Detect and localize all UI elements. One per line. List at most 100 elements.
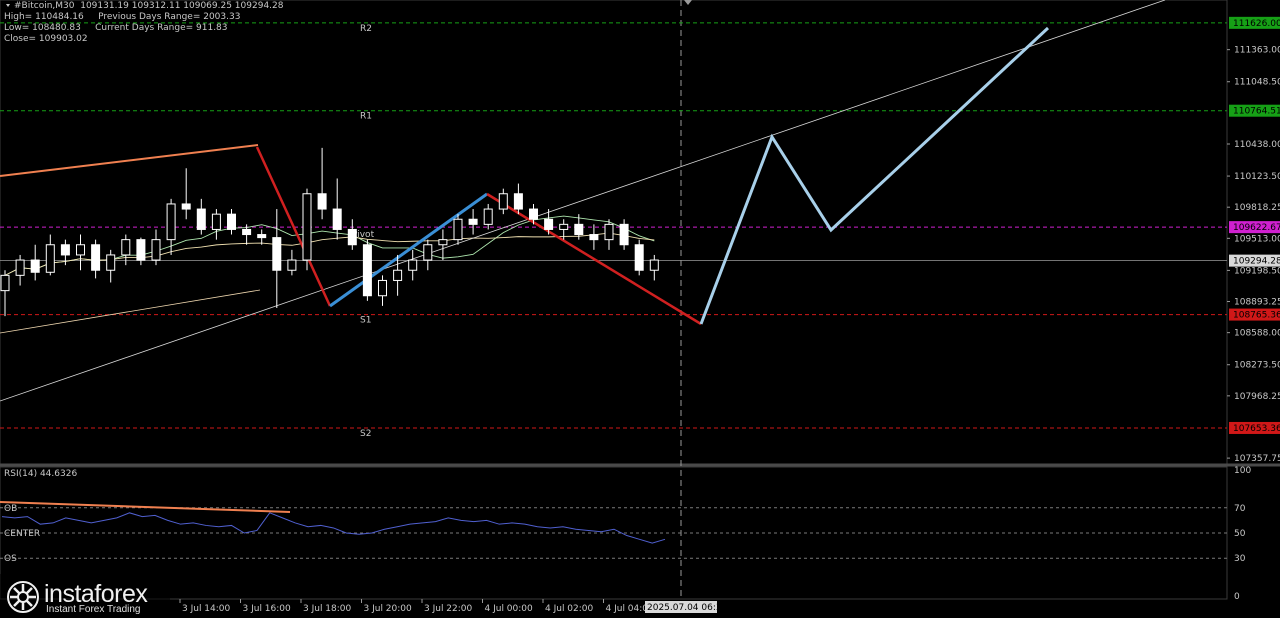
y-tick-label: 107968.25	[1234, 392, 1280, 402]
ohlc-values: 109131.19 109312.11 109069.25 109294.28	[80, 1, 284, 11]
candle-body	[423, 244, 433, 261]
level-price-text-pivot: 109622.67	[1233, 223, 1280, 233]
candle-body	[498, 193, 508, 210]
red-trendline-2	[486, 192, 702, 326]
candle-body	[0, 274, 10, 292]
level-price-text-s1: 108765.36	[1233, 311, 1280, 321]
level-label-s2: S2	[360, 429, 371, 439]
candle-body	[513, 193, 523, 210]
y-tick-label: 107357.75	[1234, 454, 1280, 464]
rsi-y-tick-label: 100	[1234, 466, 1251, 476]
candle-body	[15, 259, 25, 276]
x-tick-label: 3 Jul 14:00	[182, 604, 231, 614]
lower-ma-line	[0, 289, 261, 334]
close-value: Close= 109903.02	[4, 34, 88, 44]
candle-body	[544, 218, 554, 230]
y-tick-label: 108893.25	[1234, 298, 1280, 308]
candle-body	[166, 203, 176, 241]
level-label-s1: S1	[360, 316, 371, 326]
candle-body	[272, 237, 282, 271]
level-label-r1: R1	[360, 112, 372, 122]
y-tick-label: 109513.00	[1234, 234, 1280, 244]
x-tick-label: 3 Jul 18:00	[303, 604, 352, 614]
candle-body	[136, 239, 146, 261]
rsi-level-label-ob: OB	[4, 504, 17, 514]
candle-body	[227, 213, 236, 230]
candle-body	[408, 259, 418, 271]
candle-body	[242, 228, 252, 236]
candle-body	[211, 213, 221, 230]
rsi-y-tick-label: 0	[1234, 592, 1240, 602]
candle-body	[619, 223, 629, 246]
candle-body	[76, 244, 85, 256]
candle-body	[257, 234, 267, 239]
y-tick-label: 109818.25	[1234, 203, 1280, 213]
symbol-label: #Bitcoin,M30	[14, 1, 75, 11]
high-value: High= 110484.16	[4, 12, 84, 22]
instaforex-logo-icon	[7, 581, 39, 613]
channel-line	[0, 0, 1166, 402]
rsi-level-label-center: CENTER	[4, 529, 40, 539]
projection-line	[699, 26, 1050, 325]
candle-body	[106, 254, 116, 271]
candle-body	[91, 244, 101, 271]
level-price-text-r2: 111626.00	[1233, 19, 1280, 29]
current-range-value: Current Days Range= 911.83	[95, 23, 228, 33]
candle-body	[45, 244, 55, 273]
projection-path	[699, 26, 1050, 325]
candle-body	[468, 218, 478, 225]
moving-average-2	[4, 232, 655, 276]
x-tick-label: 4 Jul 02:00	[545, 604, 594, 614]
brand-tagline: Instant Forex Trading	[46, 604, 141, 615]
y-tick-label: 111363.00	[1234, 46, 1280, 56]
candle-body	[634, 244, 644, 271]
candle-body	[574, 223, 584, 236]
brand-watermark: instaforex Instant Forex Trading	[0, 574, 170, 618]
candle-body	[378, 279, 387, 297]
candle-body	[649, 259, 659, 271]
candle-body	[60, 244, 70, 256]
candle-body	[604, 223, 614, 241]
candle-body	[393, 269, 403, 281]
rsi-y-tick-label: 50	[1234, 529, 1246, 539]
candle-body	[529, 208, 538, 220]
y-tick-label: 108273.50	[1234, 361, 1280, 371]
y-tick-label: 108588.00	[1234, 329, 1280, 339]
y-tick-label: 111048.50	[1234, 78, 1280, 88]
candle-body	[347, 228, 357, 246]
candle-body	[151, 239, 161, 261]
rsi-divergence-line	[0, 501, 291, 513]
candle-body	[287, 259, 297, 271]
y-tick-label: 110123.50	[1234, 172, 1280, 182]
rsi-label: RSI(14) 44.6326	[4, 469, 77, 479]
y-tick-label: 109198.50	[1234, 266, 1280, 276]
candle-body	[181, 203, 191, 210]
moving-averages	[4, 215, 655, 276]
x-tick-label: 4 Jul 00:00	[485, 604, 534, 614]
level-price-text-s2: 107653.36	[1233, 424, 1280, 434]
price-axis: 111626.00 110764.51 109622.67 108765.36 1076…	[1227, 16, 1280, 464]
candle-body	[302, 193, 312, 261]
rsi-y-tick-label: 70	[1234, 504, 1246, 514]
level-price-text-r1: 110764.51	[1233, 107, 1280, 117]
candle-body	[589, 234, 599, 241]
last-price-text: 109294.28	[1233, 257, 1280, 267]
moving-average-1	[4, 215, 655, 276]
rsi-level-label-os: OS	[4, 554, 17, 564]
low-value: Low= 108480.83	[4, 23, 81, 33]
trendlines	[0, 0, 1166, 402]
x-tick-label: 3 Jul 22:00	[424, 604, 473, 614]
price-chart[interactable]: R2R1PivotS1S2 111626.00110764.51109622.6…	[0, 0, 1280, 618]
candle-body	[483, 208, 493, 225]
x-tick-label: 3 Jul 16:00	[243, 604, 292, 614]
candle-body	[121, 239, 131, 256]
candle-body	[559, 223, 569, 230]
candle-body	[196, 208, 206, 230]
time-axis: 3 Jul 14:00 3 Jul 16:00 3 Jul 18:00 3 Jul 2…	[179, 599, 728, 614]
x-tick-label: 3 Jul 20:00	[364, 604, 413, 614]
current-time-label: 2025.07.04 06:30	[647, 603, 728, 613]
candle-body	[332, 208, 342, 230]
blue-trendline	[329, 192, 488, 308]
candle-body	[30, 259, 40, 273]
time-marker-icon	[684, 0, 692, 5]
